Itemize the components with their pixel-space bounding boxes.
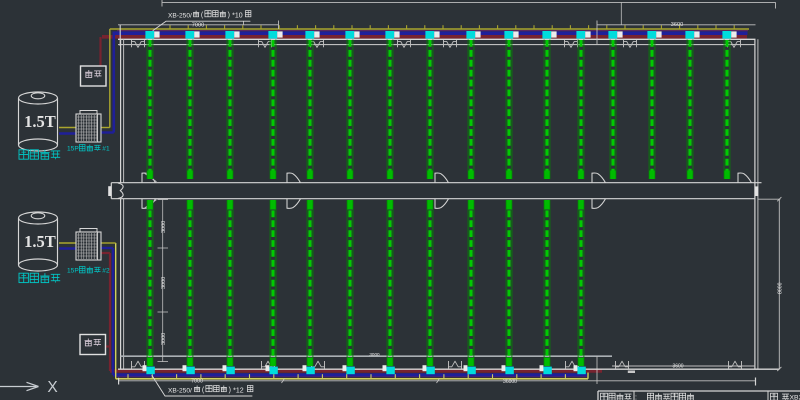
svg-text:3000: 3000	[161, 277, 167, 289]
svg-text:15P: 15P	[67, 268, 79, 275]
svg-text:X: X	[47, 379, 58, 396]
svg-text:#2: #2	[102, 268, 110, 275]
svg-text:): )	[228, 12, 230, 19]
svg-text::: :	[635, 395, 637, 400]
svg-text:XB-250/: XB-250/	[168, 13, 192, 20]
svg-text:XB20050: XB20050	[790, 394, 800, 400]
svg-text:3600: 3600	[672, 364, 683, 370]
svg-text:*12: *12	[233, 388, 244, 395]
svg-text:1.5T: 1.5T	[24, 232, 56, 251]
svg-text:#1: #1	[102, 146, 110, 153]
svg-text:36000: 36000	[503, 379, 517, 385]
svg-text:1.5T: 1.5T	[24, 112, 56, 131]
svg-text:3000: 3000	[369, 352, 380, 357]
svg-text:*10: *10	[232, 13, 243, 20]
svg-text:7000: 7000	[191, 379, 203, 385]
svg-text:XB-250/: XB-250/	[168, 388, 192, 395]
svg-text::: :	[787, 394, 789, 400]
svg-text:7000: 7000	[192, 22, 204, 28]
svg-text:15P: 15P	[67, 146, 79, 153]
svg-text:3000: 3000	[161, 333, 167, 345]
svg-text:3000: 3000	[161, 221, 167, 233]
svg-text:): )	[229, 387, 231, 394]
svg-text:8000: 8000	[777, 282, 783, 294]
svg-text:3600: 3600	[671, 22, 683, 28]
